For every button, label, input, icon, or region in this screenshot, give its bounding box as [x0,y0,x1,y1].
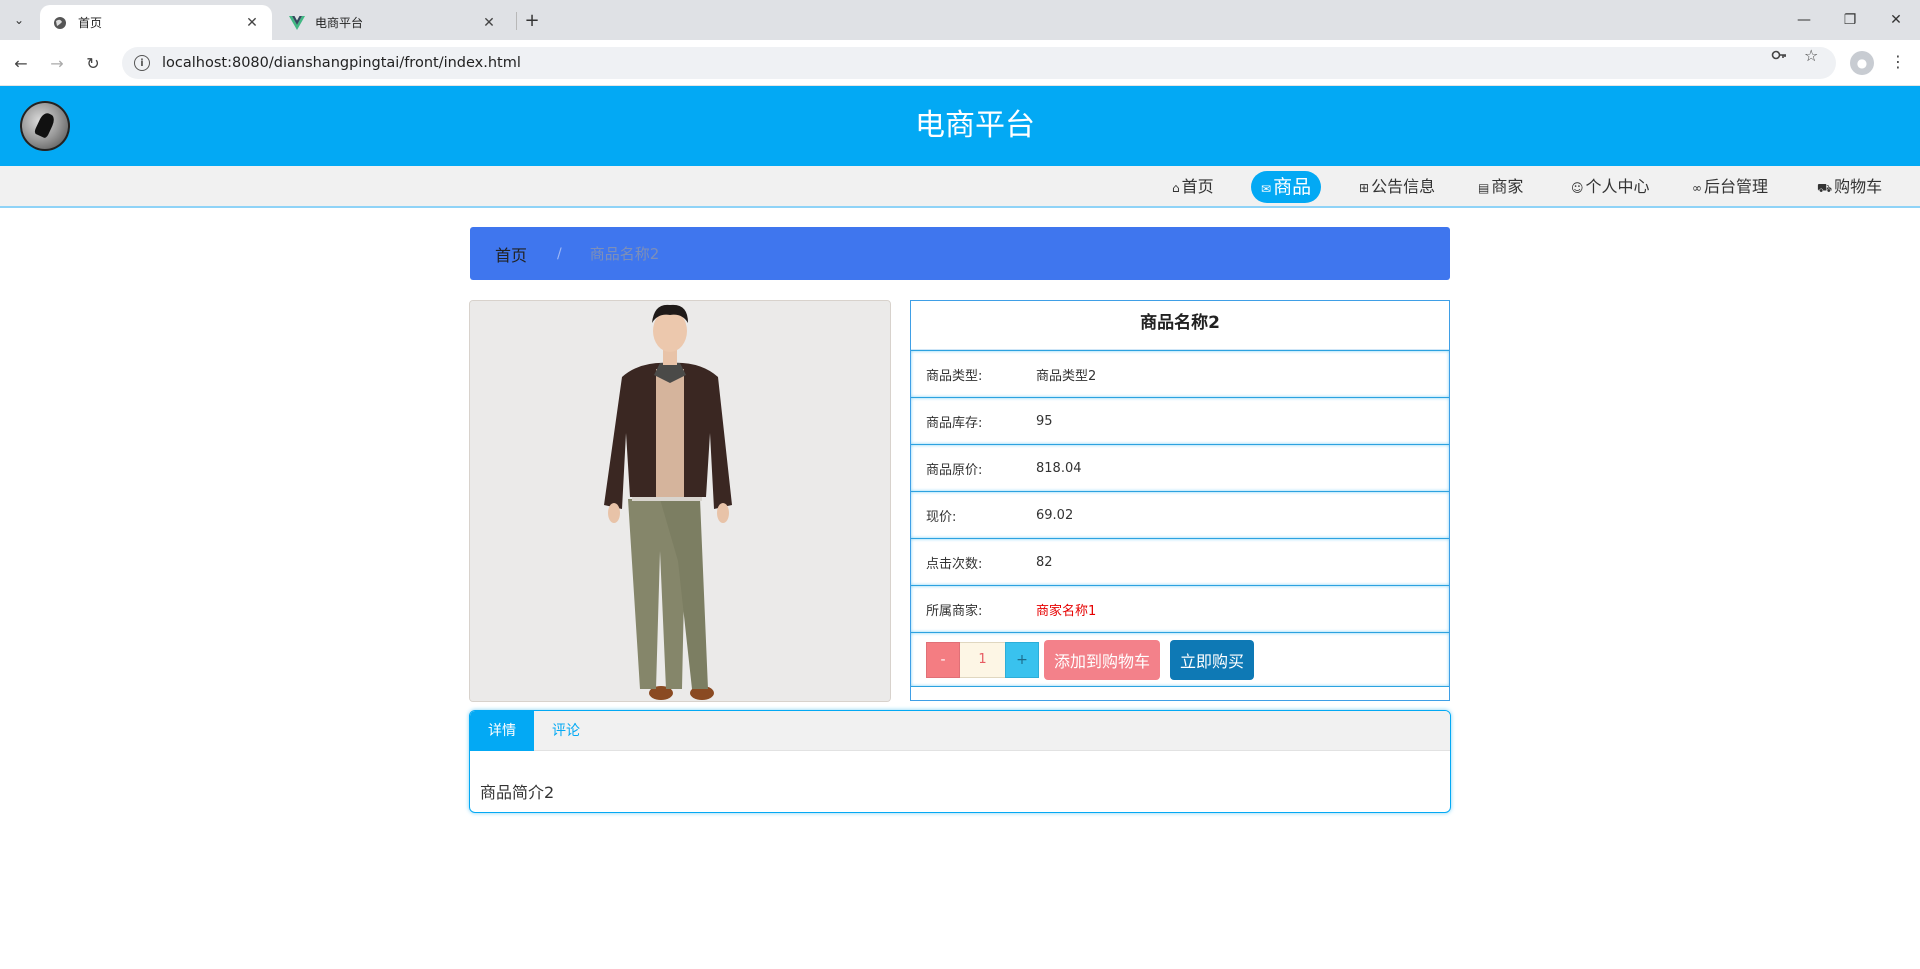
product-description: 商品简介2 [480,783,555,802]
breadcrumb-home-link[interactable]: 首页 [495,242,527,266]
browser-tab-strip: ⌄ 首页 ✕ 电商平台 ✕ + — ❐ ✕ [0,0,1920,40]
purchase-actions: - 1 + 添加到购物车 立即购买 [911,632,1449,687]
cart-icon: ⛟ [1817,181,1833,195]
product-tabs-panel: 详情 评论 商品简介2 [469,710,1451,813]
close-tab-icon[interactable]: ✕ [481,15,497,31]
reload-icon[interactable]: ↻ [80,50,106,76]
detail-row-merchant: 所属商家: 商家名称1 [911,585,1449,632]
mail-icon: ✉ [1261,182,1272,196]
nav-item-products[interactable]: ✉ 商品 [1251,171,1322,203]
restore-icon[interactable]: ❐ [1827,0,1873,40]
nav-item-home[interactable]: ⌂ 首页 [1162,171,1224,203]
detail-label: 现价: [926,509,957,525]
detail-row-clicks: 点击次数: 82 [911,538,1449,585]
detail-label: 所属商家: [926,603,983,619]
address-bar[interactable]: i localhost:8080/dianshangpingtai/front/… [122,47,1836,79]
product-image[interactable] [469,300,891,702]
product-detail-panel: 商品名称2 商品类型: 商品类型2 商品库存: 95 商品原价: 818.04 … [910,300,1450,701]
detail-value: 82 [1036,554,1053,570]
quantity-decrease-button[interactable]: - [926,641,960,678]
profile-avatar-icon[interactable]: ● [1850,51,1874,75]
browser-tab-inactive[interactable]: 电商平台 ✕ [277,5,509,40]
back-arrow-icon[interactable]: ← [8,50,34,76]
close-tab-icon[interactable]: ✕ [244,15,260,31]
tab-separator [516,12,517,30]
nav-item-notices[interactable]: ⊞ 公告信息 [1349,171,1445,203]
site-header: 电商平台 [0,86,1920,166]
detail-value: 商品类型2 [1036,368,1097,384]
user-icon: ☺ [1571,181,1584,195]
breadcrumb-current: 商品名称2 [589,245,660,263]
tab-search-chevron-icon[interactable]: ⌄ [6,8,32,32]
merchant-link[interactable]: 商家名称1 [1036,600,1096,619]
nav-item-cart[interactable]: ⛟ 购物车 [1807,171,1892,203]
nav-item-merchants[interactable]: ▤ 商家 [1468,171,1533,203]
forward-arrow-icon[interactable]: → [44,50,70,76]
tab-details[interactable]: 详情 [470,711,534,751]
home-icon: ⌂ [1172,181,1180,195]
address-url[interactable]: localhost:8080/dianshangpingtai/front/in… [162,55,521,71]
nav-item-personal-center[interactable]: ☺ 个人中心 [1561,171,1660,203]
tabs-header: 详情 评论 [470,711,1450,751]
gift-icon: ⊞ [1359,181,1370,195]
buy-now-button[interactable]: 立即购买 [1170,639,1255,680]
calendar-icon: ▤ [1478,181,1490,195]
detail-label: 商品原价: [926,462,983,478]
browser-menu-icon[interactable]: ⋮ [1890,52,1906,71]
vue-logo-icon [289,15,305,31]
globe-icon [52,15,68,31]
nav-item-admin[interactable]: ∞ 后台管理 [1682,171,1778,203]
detail-row-type: 商品类型: 商品类型2 [911,350,1449,397]
browser-tab-active[interactable]: 首页 ✕ [40,5,272,40]
add-to-cart-button[interactable]: 添加到购物车 [1044,639,1161,680]
main-nav: ⌂ 首页 ✉ 商品 ⊞ 公告信息 ▤ 商家 ☺ 个人中心 ∞ 后台管理 ⛟ 购物车 [0,166,1920,208]
browser-toolbar: ← → ↻ i localhost:8080/dianshangpingtai/… [0,40,1920,86]
quantity-increase-button[interactable]: + [1005,641,1039,678]
site-title: 电商平台 [915,108,1035,143]
breadcrumb: 首页 / 商品名称2 [470,227,1450,280]
new-tab-plus-icon[interactable]: + [520,8,544,32]
quantity-input[interactable]: 1 [960,641,1005,678]
bookmark-star-icon[interactable]: ☆ [1804,46,1818,65]
tab-comments[interactable]: 评论 [534,711,598,751]
detail-value: 69.02 [1036,507,1074,523]
detail-value: 95 [1036,413,1053,429]
browser-tab-title: 电商平台 [315,16,364,30]
detail-label: 点击次数: [926,556,983,572]
detail-label: 商品类型: [926,368,983,384]
window-close-icon[interactable]: ✕ [1873,0,1919,40]
browser-tab-title: 首页 [78,16,103,30]
site-info-icon[interactable]: i [134,55,150,71]
product-name: 商品名称2 [911,301,1449,350]
breadcrumb-separator: / [557,245,562,262]
detail-row-current-price: 现价: 69.02 [911,491,1449,538]
link-icon: ∞ [1692,181,1702,195]
password-key-icon[interactable] [1770,46,1788,68]
detail-row-stock: 商品库存: 95 [911,397,1449,444]
detail-label: 商品库存: [926,415,983,431]
detail-row-original-price: 商品原价: 818.04 [911,444,1449,491]
detail-value: 818.04 [1036,460,1082,476]
minimize-icon[interactable]: — [1781,0,1827,40]
